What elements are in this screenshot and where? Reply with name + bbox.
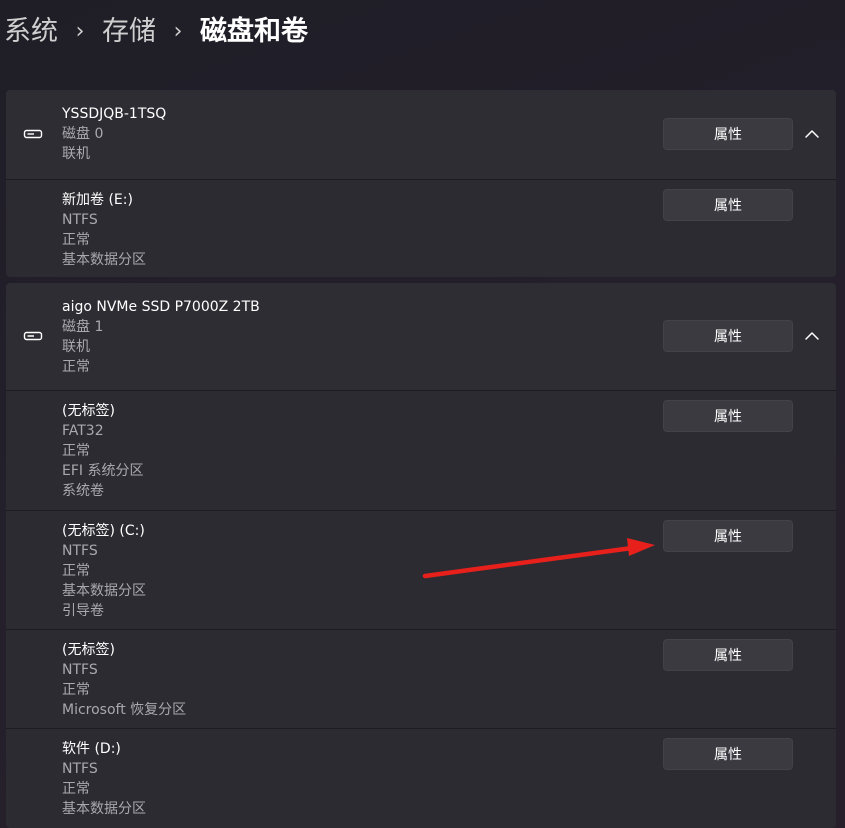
disk-header-0[interactable]: YSSDJQB-1TSQ 磁盘 0 联机 属性 xyxy=(6,90,836,179)
disk-number: 磁盘 1 xyxy=(62,319,104,335)
breadcrumb-storage[interactable]: 存储 xyxy=(102,10,156,54)
volume-properties-button[interactable]: 属性 xyxy=(663,639,793,671)
volume-health: 正常 xyxy=(62,682,90,698)
volume-health: 正常 xyxy=(62,232,90,248)
page-title: 磁盘和卷 xyxy=(200,16,308,47)
hard-drive-icon xyxy=(23,331,43,341)
volume-role: 系统卷 xyxy=(62,483,104,499)
disk-name: aigo NVMe SSD P7000Z 2TB xyxy=(62,299,260,315)
breadcrumb-system[interactable]: 系统 xyxy=(4,10,58,54)
disk-status: 联机 xyxy=(62,339,90,355)
volume-properties-button[interactable]: 属性 xyxy=(663,520,793,552)
volume-filesystem: NTFS xyxy=(62,662,98,678)
disk-properties-button-0[interactable]: 属性 xyxy=(663,118,793,150)
volume-properties-button[interactable]: 属性 xyxy=(663,189,793,221)
disk-name: YSSDJQB-1TSQ xyxy=(62,106,167,122)
volume-type: 基本数据分区 xyxy=(62,252,146,268)
volume-row-recovery: (无标签) NTFS 正常 Microsoft 恢复分区 属性 xyxy=(6,629,836,728)
disk-number: 磁盘 0 xyxy=(62,126,104,142)
volume-properties-button[interactable]: 属性 xyxy=(663,738,793,770)
breadcrumb: 系统 › 存储 › 磁盘和卷 xyxy=(4,10,308,54)
volume-info: (无标签) NTFS 正常 Microsoft 恢复分区 xyxy=(62,640,186,720)
disk-header-1[interactable]: aigo NVMe SSD P7000Z 2TB 磁盘 1 联机 正常 属性 xyxy=(6,283,836,390)
disk-properties-button-1[interactable]: 属性 xyxy=(663,320,793,352)
volume-info: 新加卷 (E:) NTFS 正常 基本数据分区 xyxy=(62,190,146,270)
hard-drive-icon xyxy=(23,129,43,139)
volume-row-c: (无标签) (C:) NTFS 正常 基本数据分区 引导卷 属性 xyxy=(6,510,836,629)
disk-info-1: aigo NVMe SSD P7000Z 2TB 磁盘 1 联机 正常 xyxy=(62,297,260,377)
volume-filesystem: NTFS xyxy=(62,212,98,228)
breadcrumb-separator: › xyxy=(173,19,183,44)
volume-type: 基本数据分区 xyxy=(62,583,146,599)
volume-type: EFI 系统分区 xyxy=(62,463,144,479)
volume-row-efi: (无标签) FAT32 正常 EFI 系统分区 系统卷 属性 xyxy=(6,390,836,510)
volume-filesystem: NTFS xyxy=(62,761,98,777)
volume-type: 基本数据分区 xyxy=(62,801,146,817)
volume-row-e: 新加卷 (E:) NTFS 正常 基本数据分区 属性 xyxy=(6,179,836,277)
volume-filesystem: NTFS xyxy=(62,543,98,559)
volume-row-d: 软件 (D:) NTFS 正常 基本数据分区 属性 xyxy=(6,728,836,828)
volume-name: (无标签) xyxy=(62,403,115,419)
volume-info: (无标签) FAT32 正常 EFI 系统分区 系统卷 xyxy=(62,401,143,501)
chevron-up-icon[interactable] xyxy=(801,325,823,347)
volume-name: 软件 (D:) xyxy=(62,741,121,757)
volume-info: (无标签) (C:) NTFS 正常 基本数据分区 引导卷 xyxy=(62,521,146,621)
disk-info-0: YSSDJQB-1TSQ 磁盘 0 联机 xyxy=(62,104,166,164)
volume-name: 新加卷 (E:) xyxy=(62,192,133,208)
volume-health: 正常 xyxy=(62,443,90,459)
volume-name: (无标签) xyxy=(62,642,115,658)
volume-type: Microsoft 恢复分区 xyxy=(62,702,187,718)
volume-health: 正常 xyxy=(62,563,90,579)
disk-group-1: aigo NVMe SSD P7000Z 2TB 磁盘 1 联机 正常 属性 (… xyxy=(6,283,836,828)
volume-role: 引导卷 xyxy=(62,603,104,619)
volume-health: 正常 xyxy=(62,781,90,797)
chevron-up-icon[interactable] xyxy=(801,123,823,145)
volume-properties-button[interactable]: 属性 xyxy=(663,400,793,432)
volume-name: (无标签) (C:) xyxy=(62,523,145,539)
disk-health: 正常 xyxy=(62,359,90,375)
breadcrumb-separator: › xyxy=(75,19,85,44)
volume-info: 软件 (D:) NTFS 正常 基本数据分区 xyxy=(62,739,146,819)
disk-group-0: YSSDJQB-1TSQ 磁盘 0 联机 属性 新加卷 (E:) NTFS 正常… xyxy=(6,90,836,277)
disk-status: 联机 xyxy=(62,146,90,162)
volume-filesystem: FAT32 xyxy=(62,423,104,439)
